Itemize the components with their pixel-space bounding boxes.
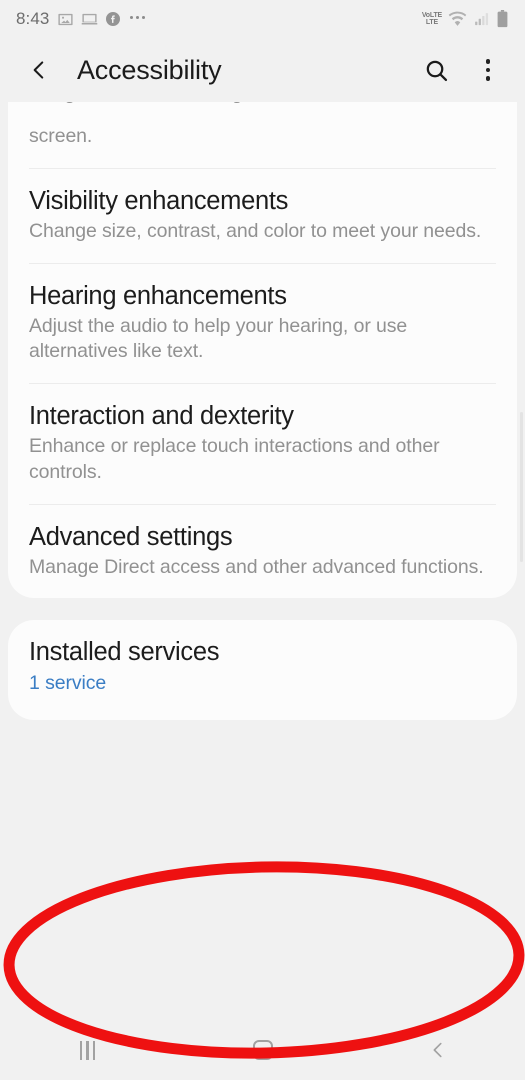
nav-back-icon xyxy=(433,1042,442,1058)
facebook-icon xyxy=(105,12,120,26)
list-item-title: Visibility enhancements xyxy=(29,186,289,215)
installed-services-count: 1 service xyxy=(29,671,107,694)
list-item-visibility-enhancements[interactable]: Visibility enhancements Change size, con… xyxy=(8,169,517,263)
status-bar-clock: 8:43 xyxy=(16,9,50,28)
wifi-icon xyxy=(448,11,467,26)
cellular-signal-icon xyxy=(475,12,489,25)
list-item-title: Advanced settings xyxy=(29,522,233,551)
battery-icon xyxy=(497,10,508,28)
list-item-subtitle: Adjust the audio to help your hearing, o… xyxy=(29,314,408,363)
status-bar-right: VoLTE LTE xyxy=(422,10,509,29)
installed-services-card: Installed services 1 service xyxy=(8,620,517,721)
more-options-button[interactable] xyxy=(473,55,503,85)
vertical-scrollbar[interactable] xyxy=(520,412,523,562)
list-item-title: Hearing enhancements xyxy=(29,281,287,310)
more-notifications-icon xyxy=(129,16,145,19)
volte-line-1: VoLTE xyxy=(421,12,442,19)
partial-list-item[interactable]: navigate without needing to see the scre… xyxy=(8,102,517,168)
list-item-installed-services[interactable]: Installed services 1 service xyxy=(8,620,517,720)
partial-subtitle-clipped: navigate without needing to see the xyxy=(29,102,496,124)
accessibility-categories-card: navigate without needing to see the scre… xyxy=(8,102,517,599)
home-icon xyxy=(252,1040,273,1060)
list-item-interaction-and-dexterity[interactable]: Interaction and dexterity Enhance or rep… xyxy=(8,384,517,504)
list-item-title: Interaction and dexterity xyxy=(29,402,294,431)
nav-recents-button[interactable] xyxy=(43,1027,133,1073)
recents-icon xyxy=(79,1040,96,1060)
partial-subtitle-line-2: screen. xyxy=(29,125,93,147)
nav-back-button[interactable] xyxy=(393,1027,483,1073)
volte-line-2: LTE xyxy=(425,19,438,26)
list-item-title: Installed services xyxy=(29,638,220,667)
system-navigation-bar xyxy=(0,1020,525,1080)
volte-icon: VoLTE LTE xyxy=(422,12,442,26)
action-bar: Accessibility xyxy=(0,38,525,102)
list-item-advanced-settings[interactable]: Advanced settings Manage Direct access a… xyxy=(8,505,517,599)
nav-home-button[interactable] xyxy=(218,1027,308,1073)
card-separator xyxy=(0,598,525,620)
search-button[interactable] xyxy=(421,55,451,85)
status-bar: 8:43 VoLTE LTE xyxy=(0,0,525,38)
partial-subtitle-line-1: navigate without needing to see the xyxy=(29,102,496,107)
list-item-hearing-enhancements[interactable]: Hearing enhancements Adjust the audio to… xyxy=(8,264,517,384)
list-item-subtitle: Change size, contrast, and color to meet… xyxy=(29,219,482,242)
back-arrow-icon[interactable] xyxy=(26,57,52,83)
laptop-icon xyxy=(81,13,97,24)
kebab-menu-icon xyxy=(485,59,491,81)
settings-scroll-container[interactable]: navigate without needing to see the scre… xyxy=(0,102,525,1020)
phone-screen: 8:43 VoLTE LTE Accessibility screen. Vis… xyxy=(0,0,525,1080)
photo-icon xyxy=(57,13,73,25)
list-item-subtitle: Manage Direct access and other advanced … xyxy=(29,555,484,578)
status-bar-left: 8:43 xyxy=(16,9,145,29)
page-title: Accessibility xyxy=(77,54,222,85)
search-icon xyxy=(426,60,447,81)
list-item-subtitle: Enhance or replace touch interactions an… xyxy=(29,435,440,483)
